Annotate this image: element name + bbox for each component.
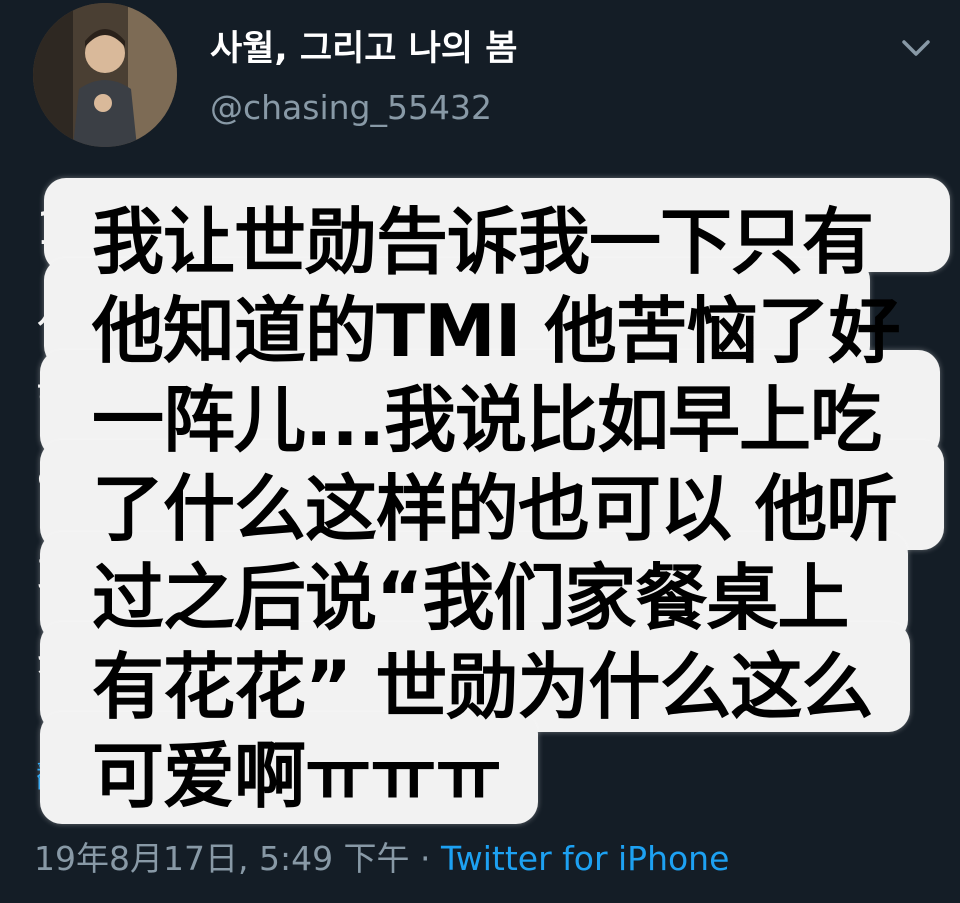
tweet-line: 희 우리 집 식탁 위에 꽃 이 엘: [36, 549, 604, 603]
tweet-meta: 19年8月17日, 5:49 下午 · Twitter for iPhone: [34, 832, 729, 880]
tweet-line: 케 세훈 진짜 귀엽다: [36, 636, 419, 690]
caption-line: 可爱啊ㅠㅠㅠ: [92, 734, 502, 818]
tweet-line: 190817 세훈 대구 팬싸 후기: [36, 201, 609, 255]
tweet-line: 했는데 그 냥 아침 밥 어 보면: [36, 375, 590, 429]
avatar[interactable]: [33, 3, 177, 147]
profile-photo-icon: [33, 3, 177, 147]
tweet-line: 세훈이 다 하는 TMI 어떤 거 고민: [36, 288, 671, 342]
tweet-line: 었 어 세훈이가 하는 말 식탁 위: [36, 462, 632, 516]
tweet-header: 사월, 그리고 나의 봄 @chasing_55432: [0, 0, 960, 170]
chevron-down-icon[interactable]: [896, 28, 936, 68]
timestamp[interactable]: 19年8月17日, 5:49 下午: [34, 839, 410, 878]
source-link[interactable]: Twitter for iPhone: [441, 839, 729, 878]
meta-separator: ·: [409, 839, 442, 878]
display-name[interactable]: 사월, 그리고 나의 봄: [210, 20, 517, 71]
username[interactable]: @chasing_55432: [210, 88, 492, 127]
tweet-text: 190817 세훈 대구 팬싸 후기 세훈이 다 하는 TMI 어떤 거 고민 …: [36, 185, 936, 707]
translate-tweet-link[interactable]: 翻译推文: [36, 752, 156, 796]
